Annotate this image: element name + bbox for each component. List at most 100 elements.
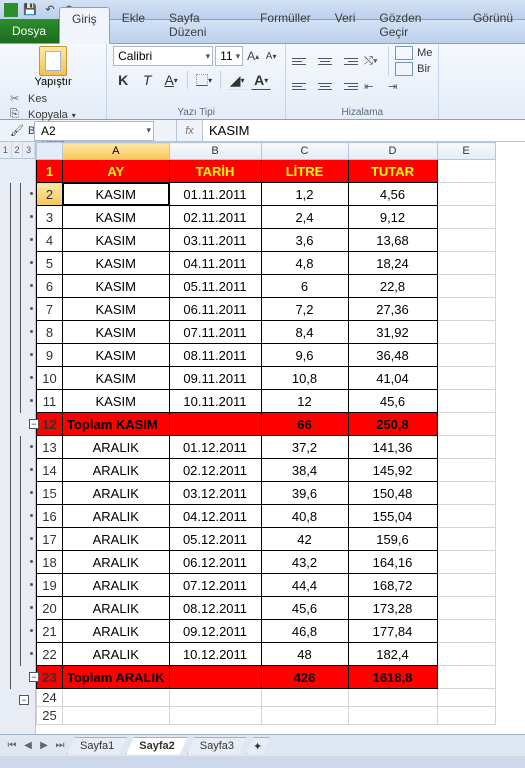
name-box[interactable]: A2: [34, 121, 154, 141]
italic-button[interactable]: T: [137, 70, 157, 90]
header-cell[interactable]: TARİH: [170, 160, 261, 182]
cell[interactable]: 4,8: [262, 252, 348, 274]
row-header-1[interactable]: 1: [37, 160, 63, 183]
row-header-13[interactable]: 13: [37, 436, 63, 459]
font-size-combo[interactable]: 11: [215, 46, 243, 66]
cell[interactable]: ARALIK: [63, 459, 169, 481]
cell[interactable]: 01.12.2011: [170, 436, 261, 458]
cell[interactable]: 9,6: [262, 344, 348, 366]
cell[interactable]: KASIM: [63, 367, 169, 389]
bold-button[interactable]: K: [113, 70, 133, 90]
align-top-button[interactable]: [292, 53, 310, 69]
col-header-E[interactable]: E: [437, 143, 495, 160]
cell[interactable]: 164,16: [349, 551, 437, 573]
row-header-9[interactable]: 9: [37, 344, 63, 367]
ribbon-tab-gözden geçir[interactable]: Gözden Geçir: [367, 7, 461, 43]
outline-collapse-button[interactable]: −: [29, 419, 39, 429]
wrap-text-button[interactable]: Me: [395, 46, 432, 60]
shrink-font-button[interactable]: A▾: [263, 47, 279, 65]
cell[interactable]: 145,92: [349, 459, 437, 481]
cell[interactable]: ARALIK: [63, 528, 169, 550]
cell[interactable]: 9,12: [349, 206, 437, 228]
merge-center-button[interactable]: Bir: [395, 62, 432, 76]
row-header-19[interactable]: 19: [37, 574, 63, 597]
cell[interactable]: ARALIK: [63, 597, 169, 619]
insert-sheet-button[interactable]: ✦: [246, 737, 270, 755]
row-header-21[interactable]: 21: [37, 620, 63, 643]
row-header-11[interactable]: 11: [37, 390, 63, 413]
cell[interactable]: 42: [262, 528, 348, 550]
sheet-nav-last[interactable]: ⏭: [52, 738, 68, 754]
formula-input[interactable]: KASIM: [203, 120, 525, 141]
sheet-tab-sayfa2[interactable]: Sayfa2: [126, 737, 187, 755]
row-header-8[interactable]: 8: [37, 321, 63, 344]
cell[interactable]: 48: [262, 643, 348, 665]
cell[interactable]: 06.12.2011: [170, 551, 261, 573]
ribbon-tab-veri[interactable]: Veri: [323, 7, 368, 43]
cell[interactable]: 168,72: [349, 574, 437, 596]
cell[interactable]: 7,2: [262, 298, 348, 320]
col-header-B[interactable]: B: [169, 143, 261, 160]
border-button[interactable]: ▾: [194, 70, 214, 90]
align-right-button[interactable]: [340, 78, 358, 94]
outline-level-3[interactable]: 3: [23, 142, 35, 158]
align-bottom-button[interactable]: [340, 53, 358, 69]
fx-icon[interactable]: fx: [177, 120, 203, 141]
cell[interactable]: 01.11.2011: [170, 183, 261, 205]
cell[interactable]: ARALIK: [63, 620, 169, 642]
cell[interactable]: 02.12.2011: [170, 459, 261, 481]
ribbon-tab-formüller[interactable]: Formüller: [248, 7, 323, 43]
align-middle-button[interactable]: [316, 53, 334, 69]
sheet-tab-sayfa1[interactable]: Sayfa1: [67, 737, 127, 755]
row-header-10[interactable]: 10: [37, 367, 63, 390]
cell[interactable]: 02.11.2011: [170, 206, 261, 228]
cell[interactable]: KASIM: [63, 344, 169, 366]
sheet-tab-sayfa3[interactable]: Sayfa3: [187, 737, 247, 755]
ribbon-tab-sayfa düzeni[interactable]: Sayfa Düzeni: [157, 7, 248, 43]
increase-indent-button[interactable]: ⇥: [388, 78, 406, 94]
cell[interactable]: 10.11.2011: [170, 390, 261, 412]
col-header-D[interactable]: D: [348, 143, 437, 160]
ribbon-tab-görünü[interactable]: Görünü: [461, 7, 525, 43]
cell[interactable]: KASIM: [63, 206, 169, 228]
cell[interactable]: 31,92: [349, 321, 437, 343]
cell[interactable]: 09.12.2011: [170, 620, 261, 642]
row-header-6[interactable]: 6: [37, 275, 63, 298]
cell[interactable]: ARALIK: [63, 482, 169, 504]
cell[interactable]: 44,4: [262, 574, 348, 596]
sheet-nav-first[interactable]: ⏮: [4, 738, 20, 754]
paste-button[interactable]: Yapıştır: [35, 46, 71, 88]
orientation-button[interactable]: ⤭▾: [364, 53, 382, 69]
cell[interactable]: 3,6: [262, 229, 348, 251]
cell[interactable]: 04.12.2011: [170, 505, 261, 527]
cell[interactable]: ARALIK: [63, 574, 169, 596]
col-header-A[interactable]: A: [63, 143, 170, 160]
undo-icon[interactable]: ↶: [42, 2, 58, 18]
row-header-15[interactable]: 15: [37, 482, 63, 505]
cell[interactable]: 45,6: [262, 597, 348, 619]
cell[interactable]: 177,84: [349, 620, 437, 642]
cell[interactable]: 1618,8: [349, 666, 437, 688]
cell[interactable]: 13,68: [349, 229, 437, 251]
cell[interactable]: 03.11.2011: [170, 229, 261, 251]
sheet-nav-prev[interactable]: ◀: [20, 738, 36, 754]
row-header-22[interactable]: 22: [37, 643, 63, 666]
header-cell[interactable]: TUTAR: [349, 160, 437, 182]
worksheet-grid[interactable]: 123 −−− ABCDE1AYTARİHLİTRETUTAR2KASIM01.…: [0, 142, 525, 734]
cell[interactable]: 4,56: [349, 183, 437, 205]
cell[interactable]: 27,36: [349, 298, 437, 320]
cell[interactable]: 159,6: [349, 528, 437, 550]
outline-collapse-button[interactable]: −: [29, 672, 39, 682]
cell[interactable]: ARALIK: [63, 436, 169, 458]
cell[interactable]: ARALIK: [63, 505, 169, 527]
row-header-18[interactable]: 18: [37, 551, 63, 574]
cell[interactable]: 45,6: [349, 390, 437, 412]
cell[interactable]: KASIM: [63, 321, 169, 343]
cut-button[interactable]: ✂Kes: [10, 92, 100, 106]
outline-level-2[interactable]: 2: [12, 142, 24, 158]
cell[interactable]: 05.12.2011: [170, 528, 261, 550]
cell[interactable]: 40,8: [262, 505, 348, 527]
cell[interactable]: 46,8: [262, 620, 348, 642]
cell[interactable]: 05.11.2011: [170, 275, 261, 297]
row-header-5[interactable]: 5: [37, 252, 63, 275]
